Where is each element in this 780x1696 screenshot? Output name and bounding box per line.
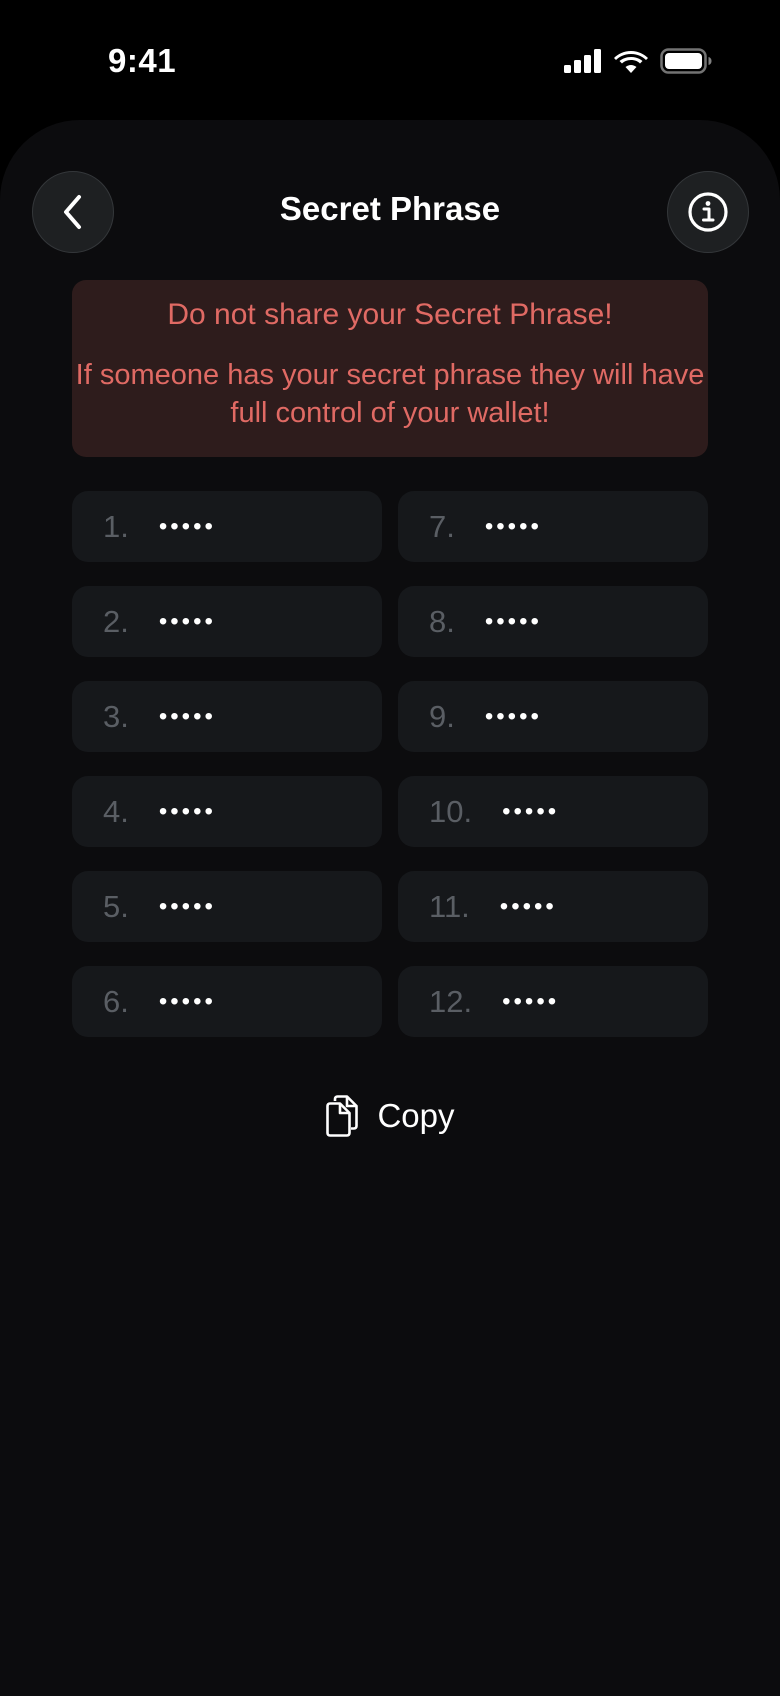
- cellular-signal-icon: [564, 49, 601, 73]
- warning-title: Do not share your Secret Phrase!: [167, 298, 613, 331]
- word-mask: •••••: [484, 702, 542, 730]
- word-mask: •••••: [499, 892, 557, 920]
- phrase-word-7[interactable]: 7. •••••: [398, 491, 708, 562]
- word-number: 4.: [103, 793, 129, 829]
- warning-body: If someone has your secret phrase they w…: [75, 359, 705, 429]
- word-number: 7.: [429, 508, 455, 544]
- word-mask: •••••: [484, 512, 542, 540]
- status-icons: [564, 48, 712, 74]
- copy-button[interactable]: Copy: [0, 1095, 780, 1137]
- phrase-word-2[interactable]: 2. •••••: [72, 586, 382, 657]
- info-icon: [688, 192, 728, 232]
- page-title: Secret Phrase: [279, 190, 501, 227]
- phrase-word-11[interactable]: 11. •••••: [398, 871, 708, 942]
- word-number: 11.: [429, 888, 470, 924]
- phrase-word-10[interactable]: 10. •••••: [398, 776, 708, 847]
- copy-icon: [326, 1095, 359, 1137]
- word-mask: •••••: [502, 797, 560, 825]
- status-time: 9:41: [108, 42, 177, 79]
- word-mask: •••••: [158, 512, 216, 540]
- word-mask: •••••: [158, 797, 216, 825]
- info-button[interactable]: [667, 171, 749, 253]
- phrase-word-9[interactable]: 9. •••••: [398, 681, 708, 752]
- wifi-icon: [614, 50, 648, 73]
- word-number: 3.: [103, 698, 129, 734]
- word-number: 1.: [103, 508, 129, 544]
- phrase-word-4[interactable]: 4. •••••: [72, 776, 382, 847]
- word-mask: •••••: [484, 607, 542, 635]
- phrase-word-5[interactable]: 5. •••••: [72, 871, 382, 942]
- word-number: 10.: [429, 793, 473, 829]
- word-number: 12.: [429, 983, 473, 1019]
- word-mask: •••••: [158, 987, 216, 1015]
- phrase-word-grid: 1. ••••• 7. ••••• 2. ••••• 8. ••••• 3. ••••• …: [72, 491, 708, 1037]
- battery-icon: [660, 48, 712, 74]
- word-mask: •••••: [502, 987, 560, 1015]
- phrase-word-8[interactable]: 8. •••••: [398, 586, 708, 657]
- word-number: 5.: [103, 888, 129, 924]
- phrase-word-6[interactable]: 6. •••••: [72, 966, 382, 1037]
- word-number: 6.: [103, 983, 129, 1019]
- copy-label: Copy: [377, 1097, 455, 1134]
- status-bar: 9:41: [0, 0, 780, 120]
- warning-banner: Do not share your Secret Phrase! If some…: [72, 280, 708, 457]
- phrase-word-1[interactable]: 1. •••••: [72, 491, 382, 562]
- word-number: 9.: [429, 698, 455, 734]
- word-mask: •••••: [158, 607, 216, 635]
- word-number: 8.: [429, 603, 455, 639]
- word-mask: •••••: [158, 892, 216, 920]
- word-mask: •••••: [158, 702, 216, 730]
- phrase-word-12[interactable]: 12. •••••: [398, 966, 708, 1037]
- word-number: 2.: [103, 603, 129, 639]
- phrase-word-3[interactable]: 3. •••••: [72, 681, 382, 752]
- secret-phrase-sheet: Secret Phrase Do not share your Secret P…: [0, 120, 780, 1696]
